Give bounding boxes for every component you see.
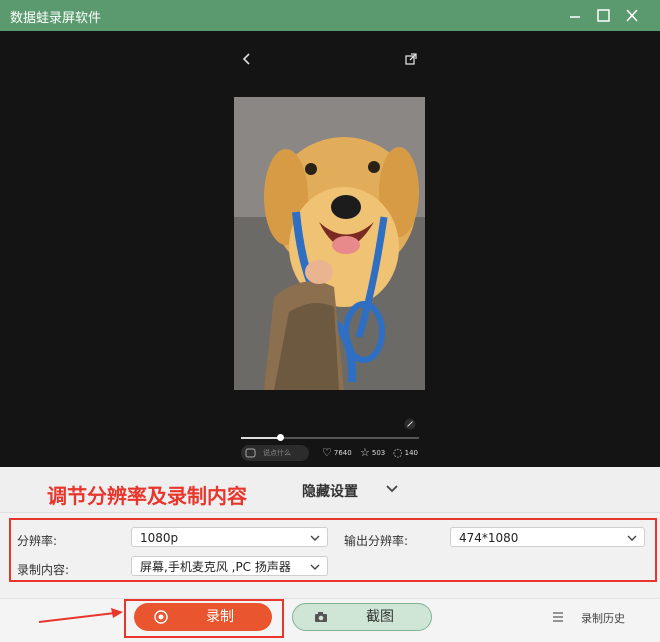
video-progress-bar[interactable] xyxy=(241,434,419,441)
hide-settings-toggle[interactable]: 隐藏设置 xyxy=(302,481,358,501)
output-resolution-label: 输出分辨率: xyxy=(344,534,409,548)
minimize-icon[interactable] xyxy=(563,4,587,28)
like-count: 7640 xyxy=(333,449,352,457)
resolution-value: 1080p xyxy=(140,531,179,545)
camera-icon xyxy=(315,612,327,622)
chevron-down-icon xyxy=(310,535,320,541)
comment-count: 140 xyxy=(404,449,418,457)
chevron-down-icon xyxy=(627,535,637,541)
title-bar: 数据蛙录屏软件 xyxy=(0,0,660,31)
fullscreen-icon[interactable] xyxy=(404,418,416,434)
screenshot-button-label: 截图 xyxy=(366,609,394,625)
record-icon xyxy=(154,610,168,624)
record-button[interactable]: 录制 xyxy=(134,603,272,631)
resolution-label: 分辨率: xyxy=(17,534,58,548)
chevron-down-icon xyxy=(310,564,320,570)
like-stat[interactable]: ♡ 7640 xyxy=(322,445,352,461)
annotation-text: 调节分辨率及录制内容 xyxy=(47,484,247,508)
close-icon[interactable] xyxy=(620,4,644,28)
video-progress-fill xyxy=(241,437,281,439)
chevron-down-icon[interactable] xyxy=(384,481,400,497)
record-button-label: 录制 xyxy=(206,609,234,625)
resolution-select[interactable]: 1080p xyxy=(131,527,328,547)
screenshot-button[interactable]: 截图 xyxy=(292,603,432,631)
comment-input[interactable]: 说点什么 xyxy=(241,445,309,461)
maximize-icon[interactable] xyxy=(591,4,615,28)
record-content-select[interactable]: 屏幕,手机麦克风 ,PC 扬声器 xyxy=(131,556,328,576)
heart-icon: ♡ xyxy=(322,446,332,459)
star-icon: ☆ xyxy=(360,446,370,459)
list-icon xyxy=(553,612,563,622)
output-resolution-select[interactable]: 474*1080 xyxy=(450,527,645,547)
comment-placeholder: 说点什么 xyxy=(263,449,291,457)
favorite-count: 503 xyxy=(371,449,386,457)
favorite-stat[interactable]: ☆ 503 xyxy=(360,445,385,461)
video-progress-knob[interactable] xyxy=(277,434,285,441)
record-content-label: 录制内容: xyxy=(17,563,70,577)
window-title: 数据蛙录屏软件 xyxy=(10,11,102,26)
preview-area: 说点什么 ♡ 7640 ☆ 503 ◌ 140 xyxy=(0,31,660,467)
video-frame-image xyxy=(234,97,425,390)
comment-stat[interactable]: ◌ 140 xyxy=(393,445,418,461)
output-resolution-value: 474*1080 xyxy=(459,531,519,545)
comment-icon: ◌ xyxy=(393,446,403,459)
record-content-value: 屏幕,手机麦克风 ,PC 扬声器 xyxy=(140,560,291,574)
back-icon[interactable] xyxy=(242,52,252,70)
share-icon[interactable] xyxy=(405,53,417,69)
arrow-annotation-icon xyxy=(38,608,123,623)
record-history-label: 录制历史 xyxy=(581,612,625,625)
emoji-icon xyxy=(245,448,256,458)
